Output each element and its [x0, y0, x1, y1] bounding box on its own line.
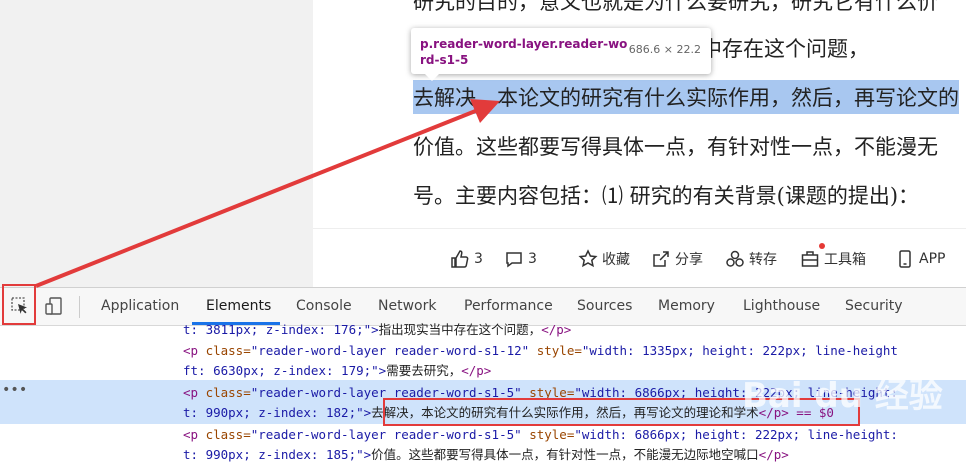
tab-console[interactable]: Console — [296, 298, 352, 314]
share-icon — [653, 251, 669, 267]
share-label: 分享 — [675, 252, 703, 268]
page-left-gutter — [0, 0, 313, 287]
comment-count: 3 — [528, 251, 537, 267]
annotation-box-inspect — [2, 284, 36, 325]
tooltip-pointer — [424, 73, 440, 81]
repost-label: 转存 — [749, 252, 777, 268]
device-mode-icon — [45, 297, 62, 315]
like-count: 3 — [474, 251, 483, 267]
toolbox-label: 工具箱 — [824, 252, 866, 268]
app-label: APP — [919, 251, 946, 267]
doc-line: 价值。这些都要写得具体一点，有针对性一点，不能漫无 — [413, 135, 938, 159]
dom-line[interactable]: ft: 6630px; z-index: 179;">需要去研究，</p> — [183, 361, 491, 381]
tab-memory[interactable]: Memory — [658, 298, 715, 314]
collect-button[interactable]: 收藏 — [578, 249, 630, 269]
document-action-bar: 3 3 收藏 分享 转存 工具箱 APP — [313, 228, 966, 288]
tab-sources[interactable]: Sources — [577, 298, 632, 314]
tab-elements[interactable]: Elements — [206, 298, 271, 314]
repost-icon — [726, 250, 744, 267]
collect-label: 收藏 — [602, 252, 630, 268]
share-button[interactable]: 分享 — [651, 249, 703, 269]
watermark-logo: Bai du 经验 — [742, 376, 943, 416]
repost-button[interactable]: 转存 — [725, 249, 777, 269]
thumbs-up-icon — [451, 250, 469, 268]
tab-security[interactable]: Security — [845, 298, 903, 314]
tab-lighthouse[interactable]: Lighthouse — [743, 298, 820, 314]
doc-line: 研究的目的，意义也就是为什么要研究，研究它有什么价 — [413, 0, 938, 14]
phone-icon — [899, 250, 911, 268]
tab-performance[interactable]: Performance — [464, 298, 553, 314]
node-actions-ellipsis[interactable]: ••• — [2, 382, 27, 398]
toolbar-separator — [79, 296, 80, 318]
app-button[interactable]: APP — [895, 249, 945, 269]
dom-line[interactable]: <p class="reader-word-layer reader-word-… — [183, 425, 898, 445]
toolbox-icon — [801, 251, 819, 267]
element-inspect-tooltip: p.reader-word-layer.reader-word-s1-5 686… — [411, 28, 711, 74]
device-toolbar-button[interactable] — [42, 294, 66, 318]
notification-dot — [819, 243, 825, 249]
dom-line[interactable]: t: 3811px; z-index: 176;">指出现实当中存在这个问题，<… — [183, 320, 571, 340]
dom-line[interactable]: <p class="reader-word-layer reader-word-… — [183, 341, 898, 361]
tab-application[interactable]: Application — [101, 298, 179, 314]
comment-icon — [506, 252, 522, 268]
tooltip-selector: p.reader-word-layer.reader-word-s1-5 — [420, 37, 628, 67]
star-icon — [578, 249, 598, 268]
tab-network[interactable]: Network — [378, 298, 436, 314]
doc-line-highlighted[interactable]: 去解决，本论文的研究有什么实际作用，然后，再写论文的 — [413, 80, 959, 114]
doc-line: 号。主要内容包括：⑴ 研究的有关背景(课题的提出)： — [413, 184, 920, 208]
dom-line[interactable]: t: 990px; z-index: 185;">价值。这些都要写得具体一点，有… — [183, 445, 789, 465]
comment-button[interactable]: 3 — [504, 249, 537, 269]
tooltip-dimensions: 686.6 × 22.2 — [628, 43, 701, 56]
like-button[interactable]: 3 — [450, 249, 483, 269]
toolbox-button[interactable]: 工具箱 — [800, 249, 866, 269]
